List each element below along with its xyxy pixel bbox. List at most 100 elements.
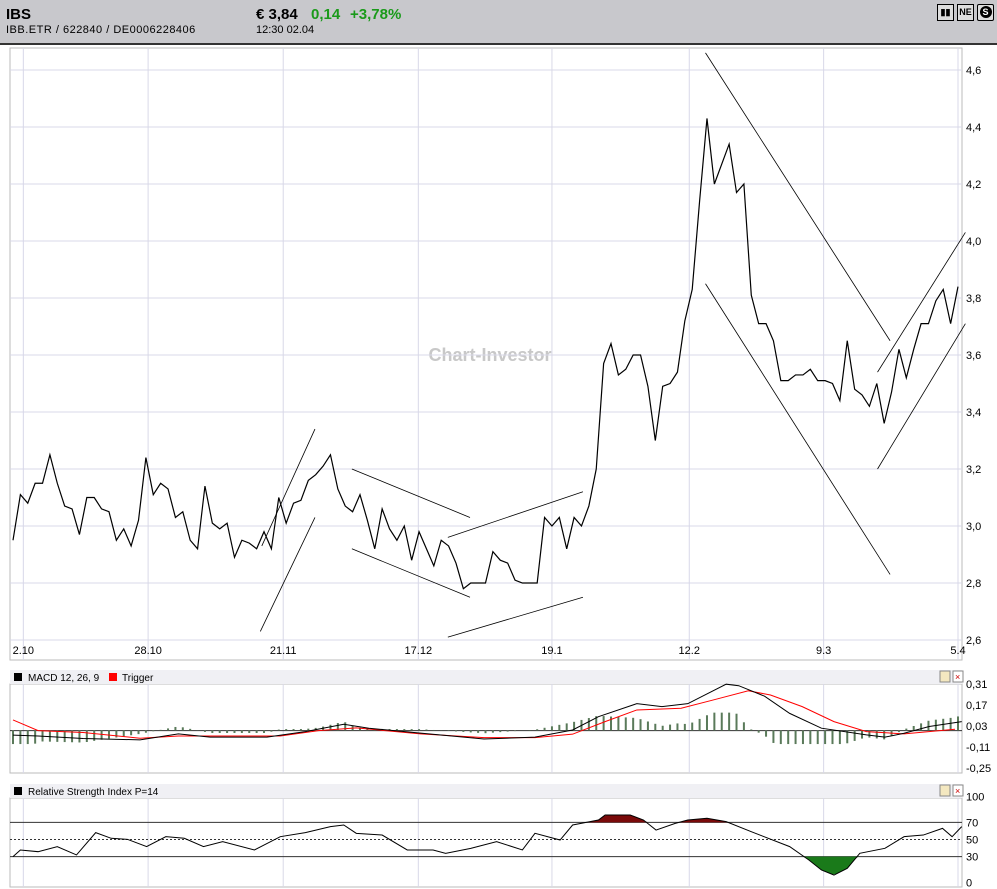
y-tick-label: 2,8: [966, 578, 981, 590]
histogram-bar: [115, 730, 118, 738]
histogram-bar: [750, 729, 753, 731]
histogram-bar: [735, 713, 738, 731]
histogram-bar: [809, 730, 812, 745]
histogram-bar: [144, 730, 147, 733]
histogram-bar: [63, 730, 66, 743]
histogram-bar: [957, 716, 959, 731]
histogram-bar: [558, 724, 561, 731]
y-tick-label: 0,03: [966, 721, 987, 733]
histogram-bar: [506, 730, 509, 732]
histogram-bar: [617, 716, 620, 731]
histogram-bar: [85, 730, 88, 742]
histogram-bar: [270, 730, 273, 732]
y-tick-label: 4,0: [966, 236, 981, 248]
histogram-bar: [263, 730, 266, 733]
y-tick-label: 0,17: [966, 700, 987, 712]
histogram-bar: [801, 730, 804, 745]
histogram-bar: [565, 723, 568, 731]
histogram-bar: [100, 730, 103, 740]
histogram-bar: [905, 728, 908, 731]
y-tick-label: 2,6: [966, 635, 981, 647]
histogram-bar: [624, 717, 627, 731]
y-tick-label: 30: [966, 852, 978, 864]
histogram-bar: [698, 718, 701, 731]
histogram-bar: [12, 730, 14, 745]
histogram-bar: [130, 730, 133, 736]
histogram-bar: [299, 728, 302, 731]
macd-legend-label: MACD 12, 26, 9: [28, 673, 100, 684]
y-tick-label: 0,31: [966, 679, 987, 691]
histogram-bar: [167, 728, 170, 731]
histogram-bar: [255, 730, 258, 733]
histogram-bar: [19, 730, 22, 745]
histogram-bar: [550, 726, 553, 731]
histogram-bar: [757, 730, 760, 733]
histogram-bar: [211, 730, 214, 733]
x-tick-label: 9.3: [816, 645, 831, 657]
histogram-bar: [661, 725, 664, 731]
x-tick-label: 5.4: [950, 645, 965, 657]
histogram-bar: [787, 730, 790, 745]
y-tick-label: 3,0: [966, 521, 981, 533]
histogram-bar: [816, 730, 819, 745]
histogram-bar: [174, 726, 177, 731]
histogram-bar: [528, 730, 531, 731]
y-tick-label: -0,11: [966, 742, 990, 754]
histogram-bar: [499, 730, 502, 733]
histogram-bar: [794, 730, 797, 745]
histogram-bar: [462, 730, 465, 732]
y-tick-label: 3,2: [966, 464, 981, 476]
histogram-bar: [181, 727, 184, 731]
histogram-bar: [491, 730, 494, 733]
histogram-bar: [477, 730, 480, 733]
histogram-bar: [189, 728, 192, 731]
histogram-bar: [432, 729, 435, 731]
close-icon[interactable]: ×: [955, 672, 960, 682]
histogram-bar: [713, 712, 716, 731]
x-tick-label: 2.10: [13, 645, 34, 657]
histogram-bar: [410, 729, 413, 731]
histogram-bar: [683, 723, 686, 731]
y-tick-label: 4,2: [966, 179, 981, 191]
panel-settings-button[interactable]: [939, 784, 951, 797]
histogram-bar: [779, 730, 782, 745]
histogram-bar: [927, 720, 930, 731]
histogram-bar: [602, 716, 605, 731]
histogram-bar: [831, 730, 834, 745]
histogram-bar: [418, 729, 421, 731]
histogram-bar: [137, 730, 140, 735]
y-tick-label: 4,6: [966, 65, 981, 77]
histogram-bar: [587, 718, 590, 731]
histogram-bar: [344, 722, 347, 731]
histogram-bar: [26, 730, 29, 745]
histogram-bar: [949, 717, 952, 731]
histogram-bar: [56, 730, 59, 742]
histogram-bar: [469, 730, 472, 733]
histogram-bar: [233, 730, 236, 733]
histogram-bar: [772, 730, 775, 743]
histogram-bar: [122, 730, 125, 737]
histogram-bar: [824, 730, 827, 745]
x-tick-label: 28.10: [134, 645, 162, 657]
x-tick-label: 17.12: [405, 645, 433, 657]
histogram-bar: [705, 715, 708, 731]
y-tick-label: 3,6: [966, 350, 981, 362]
histogram-bar: [93, 730, 96, 741]
histogram-bar: [277, 729, 280, 731]
histogram-bar: [34, 730, 37, 744]
y-tick-label: 4,4: [966, 122, 981, 134]
y-tick-label: -0,25: [966, 763, 991, 775]
panel-settings-button[interactable]: [939, 670, 951, 683]
histogram-bar: [514, 730, 517, 732]
histogram-bar: [691, 722, 694, 731]
x-tick-label: 12.2: [679, 645, 700, 657]
histogram-bar: [484, 730, 487, 734]
x-tick-label: 21.11: [270, 645, 297, 657]
histogram-bar: [203, 730, 206, 732]
histogram-bar: [646, 721, 649, 731]
histogram-bar: [897, 730, 900, 733]
close-icon[interactable]: ×: [955, 786, 960, 796]
histogram-bar: [838, 730, 841, 745]
histogram-bar: [536, 729, 539, 731]
histogram-bar: [159, 729, 162, 731]
